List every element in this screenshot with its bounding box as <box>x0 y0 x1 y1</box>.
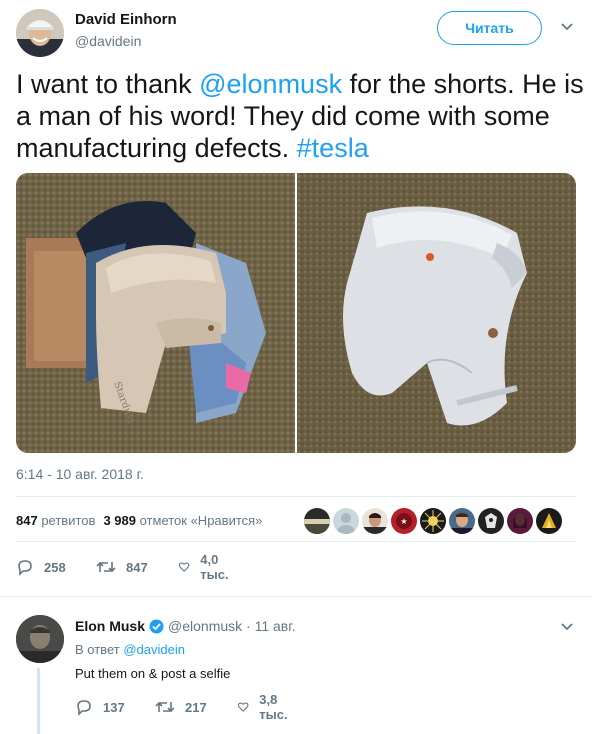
reply-text: Put them on & post a selfie <box>75 666 231 681</box>
media-grid: Stardust <box>16 173 576 453</box>
reply-button[interactable]: 137 <box>75 697 125 717</box>
liker-avatar[interactable]: ★ <box>391 508 417 534</box>
like-count: 3,8 тыс. <box>259 692 288 722</box>
reply-icon <box>18 560 32 576</box>
reply-handle-date[interactable]: @elonmusk · 11 авг. <box>168 618 296 634</box>
chevron-down-icon[interactable] <box>560 622 574 632</box>
reply-to-prefix: В ответ <box>75 642 120 657</box>
photo-white-shorts-on-carpet[interactable] <box>297 173 576 453</box>
likes-count[interactable]: 3 989 <box>103 513 136 528</box>
author-handle[interactable]: @davidein <box>75 33 141 49</box>
liker-avatar[interactable] <box>304 508 330 534</box>
like-count: 4,0 тыс. <box>200 552 229 582</box>
reply-count: 137 <box>103 699 125 715</box>
like-button[interactable]: 4,0 тыс. <box>178 552 234 582</box>
retweet-count: 217 <box>185 699 207 715</box>
chevron-down-icon[interactable] <box>560 22 574 32</box>
reply-count: 258 <box>44 559 66 575</box>
liker-avatar[interactable] <box>362 508 388 534</box>
liker-avatar[interactable] <box>333 508 359 534</box>
hashtag-link[interactable]: #tesla <box>297 133 369 163</box>
retweet-button[interactable]: 217 <box>155 697 207 717</box>
verified-badge-icon <box>149 619 164 633</box>
likes-label[interactable]: отметок «Нравится» <box>140 513 263 528</box>
reply-icon <box>77 700 91 716</box>
svg-text:★: ★ <box>400 517 407 526</box>
reply-author-avatar[interactable] <box>16 615 64 663</box>
liker-avatar[interactable] <box>536 508 562 534</box>
tweet-stats: 847 ретвитов 3 989 отметок «Нравится» <box>16 513 262 528</box>
heart-icon <box>237 702 249 712</box>
thread-line <box>37 668 40 734</box>
reply-header: Elon Musk @elonmusk · 11 авг. <box>75 618 296 634</box>
retweets-label[interactable]: ретвитов <box>41 513 95 528</box>
liker-avatar[interactable] <box>449 508 475 534</box>
retweet-icon <box>96 561 116 573</box>
liker-avatar[interactable] <box>478 508 504 534</box>
divider <box>16 541 576 542</box>
tweet-text-part: I want to thank <box>16 69 200 99</box>
author-name[interactable]: David Einhorn <box>75 11 177 28</box>
tweet-timestamp[interactable]: 6:14 - 10 авг. 2018 г. <box>16 466 144 482</box>
photo-shorts-on-clothes-pile[interactable]: Stardust <box>16 173 295 453</box>
divider <box>16 496 576 497</box>
tweet-text: I want to thank @elonmusk for the shorts… <box>16 68 584 164</box>
author-avatar[interactable] <box>16 9 64 57</box>
reply-button[interactable]: 258 <box>16 557 66 577</box>
retweets-count[interactable]: 847 <box>16 513 38 528</box>
liker-avatar[interactable] <box>420 508 446 534</box>
retweet-count: 847 <box>126 559 148 575</box>
retweet-icon <box>155 701 175 713</box>
follow-button[interactable]: Читать <box>437 11 542 45</box>
retweet-button[interactable]: 847 <box>96 557 148 577</box>
liker-avatar[interactable] <box>507 508 533 534</box>
reply-context: В ответ @davidein <box>75 642 185 657</box>
reply-author-name[interactable]: Elon Musk <box>75 618 145 634</box>
reply-to-handle-link[interactable]: @davidein <box>123 642 185 657</box>
heart-icon <box>178 562 190 572</box>
divider <box>0 596 592 597</box>
like-button[interactable]: 3,8 тыс. <box>237 692 293 722</box>
mention-link[interactable]: @elonmusk <box>199 69 342 99</box>
